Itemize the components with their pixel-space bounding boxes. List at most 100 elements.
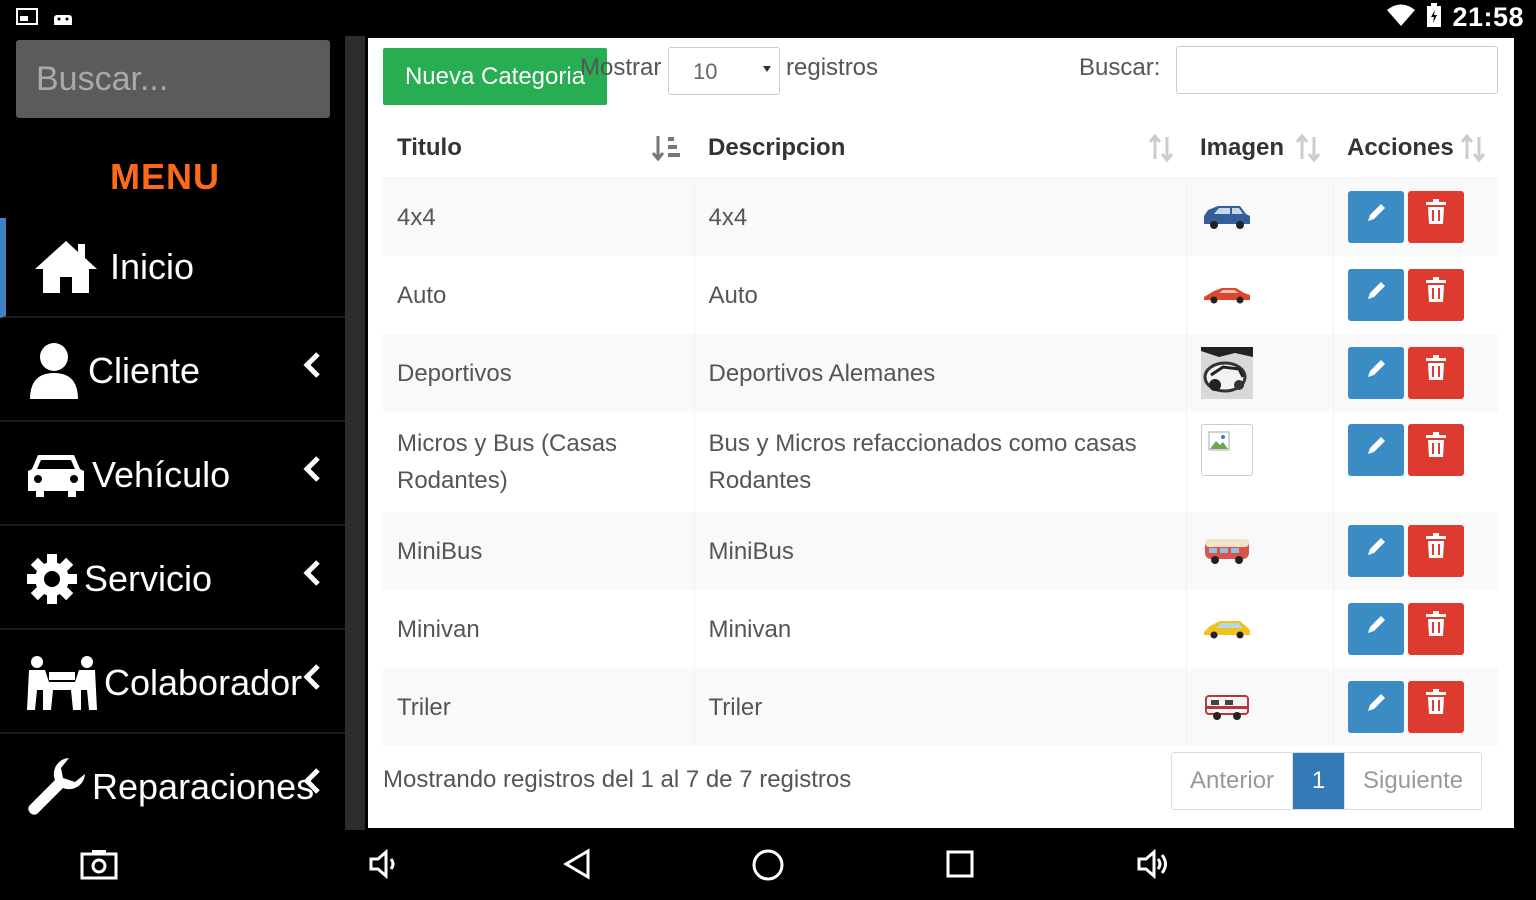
cell-titulo: MiniBus — [383, 512, 694, 590]
cell-imagen — [1185, 178, 1333, 256]
cell-acciones — [1332, 512, 1498, 590]
gear-icon — [24, 553, 80, 605]
car-icon — [24, 451, 88, 499]
caret-down-icon — [763, 66, 771, 72]
previous-page-button[interactable]: Anterior — [1172, 753, 1292, 809]
edit-button[interactable] — [1347, 603, 1404, 655]
wifi-icon — [1386, 3, 1416, 32]
column-header-titulo[interactable]: Titulo — [383, 118, 694, 179]
sidebar-item-cliente[interactable]: Cliente — [0, 322, 345, 422]
chevron-left-icon — [303, 560, 321, 591]
column-header-label: Titulo — [397, 133, 462, 161]
cell-descripcion: MiniBus — [693, 512, 1186, 590]
delete-button[interactable] — [1407, 424, 1464, 476]
next-page-button[interactable]: Siguiente — [1344, 753, 1481, 809]
delete-button[interactable] — [1407, 681, 1464, 733]
car-thumbnail — [1201, 269, 1253, 321]
trash-icon — [1425, 688, 1447, 726]
categories-table: Titulo Descripcion Imagen Acciones 4x4 4… — [383, 118, 1498, 746]
table-header-row: Titulo Descripcion Imagen Acciones — [383, 118, 1498, 179]
home-button-icon[interactable] — [751, 848, 785, 887]
column-header-descripcion[interactable]: Descripcion — [694, 118, 1186, 179]
screenshot-icon[interactable] — [80, 848, 118, 885]
pagination: Anterior 1 Siguiente — [1171, 752, 1483, 810]
table-row: Triler Triler — [383, 668, 1498, 746]
sidebar-item-label: Vehículo — [92, 454, 231, 495]
edit-button[interactable] — [1347, 269, 1404, 321]
recent-apps-icon[interactable] — [945, 848, 975, 885]
table-row: 4x4 4x4 — [383, 178, 1498, 256]
sidebar-item-colaborador[interactable]: Colaborador — [0, 634, 345, 734]
minivan-thumbnail — [1201, 603, 1253, 655]
cell-acciones — [1332, 256, 1498, 334]
table-row: Auto Auto — [383, 256, 1498, 334]
sidebar-item-servicio[interactable]: Servicio — [0, 530, 345, 630]
volume-up-icon[interactable] — [1136, 848, 1170, 885]
edit-button[interactable] — [1347, 424, 1404, 476]
cell-acciones — [1332, 590, 1498, 668]
delete-button[interactable] — [1407, 525, 1464, 577]
chevron-left-icon — [303, 664, 321, 695]
pencil-icon — [1364, 432, 1388, 469]
sidebar-item-label: Cliente — [88, 350, 201, 391]
cell-descripcion: Minivan — [693, 590, 1186, 668]
cell-imagen — [1185, 412, 1333, 512]
back-icon[interactable] — [562, 848, 592, 885]
cell-acciones — [1332, 668, 1498, 746]
wrench-icon — [24, 756, 88, 818]
trash-icon — [1425, 610, 1447, 648]
table-info: Mostrando registros del 1 al 7 de 7 regi… — [383, 766, 852, 793]
sidebar-item-inicio[interactable]: Inicio — [0, 218, 345, 318]
column-header-imagen[interactable]: Imagen — [1186, 118, 1333, 179]
trash-icon — [1425, 532, 1447, 570]
delete-button[interactable] — [1407, 347, 1464, 399]
sidebar-item-vehiculo[interactable]: Vehículo — [0, 426, 345, 526]
pencil-icon — [1364, 199, 1388, 236]
delete-button[interactable] — [1407, 191, 1464, 244]
delete-button[interactable] — [1407, 269, 1464, 321]
battery-icon — [1426, 2, 1442, 33]
cell-imagen — [1185, 512, 1333, 590]
sidebar-item-label: Colaborador — [104, 662, 303, 703]
android-notification-icon — [52, 7, 74, 32]
table-row: Deportivos Deportivos Alemanes — [383, 334, 1498, 412]
trash-icon — [1425, 198, 1447, 236]
cell-titulo: Minivan — [397, 615, 480, 643]
edit-button[interactable] — [1347, 347, 1404, 399]
new-category-button[interactable]: Nueva Categoria — [383, 48, 607, 105]
edit-button[interactable] — [1347, 191, 1404, 244]
column-header-label: Imagen — [1200, 133, 1285, 161]
main-panel: Nueva Categoria Mostrar 10 registros Bus… — [368, 38, 1514, 828]
table-row: MiniBus MiniBus — [383, 512, 1498, 590]
cell-acciones — [1332, 334, 1498, 412]
show-prefix-label: Mostrar — [580, 54, 662, 81]
table-search-label: Buscar: — [1079, 54, 1161, 81]
edit-button[interactable] — [1347, 525, 1404, 577]
trash-icon — [1425, 354, 1447, 392]
edit-button[interactable] — [1347, 681, 1404, 733]
table-search-input[interactable] — [1176, 46, 1498, 94]
column-header-label: Acciones — [1347, 133, 1454, 161]
cell-titulo: 4x4 — [383, 178, 694, 256]
sidebar-item-reparaciones[interactable]: Reparaciones — [0, 738, 345, 838]
column-header-acciones[interactable]: Acciones — [1333, 118, 1498, 179]
cell-descripcion: 4x4 — [693, 178, 1186, 256]
team-icon — [24, 654, 100, 712]
cell-imagen — [1185, 256, 1333, 334]
page-length-select[interactable]: 10 — [668, 47, 780, 95]
chevron-left-icon — [303, 456, 321, 487]
sort-both-icon — [1460, 133, 1486, 169]
status-clock: 21:58 — [1452, 2, 1524, 32]
delete-button[interactable] — [1407, 603, 1464, 655]
cell-descripcion: Auto — [693, 256, 1186, 334]
page-button-current[interactable]: 1 — [1292, 753, 1345, 809]
sort-ascending-icon — [651, 134, 682, 169]
page-length-value: 10 — [693, 59, 718, 84]
volume-down-icon[interactable] — [368, 848, 398, 885]
sidebar-item-label: Inicio — [110, 246, 195, 287]
sidebar-scrollbar[interactable] — [345, 36, 365, 830]
pencil-icon — [1364, 611, 1388, 648]
cell-imagen — [1185, 334, 1333, 412]
pencil-icon — [1364, 355, 1388, 392]
sidebar-search-input[interactable]: Buscar... — [16, 40, 330, 118]
